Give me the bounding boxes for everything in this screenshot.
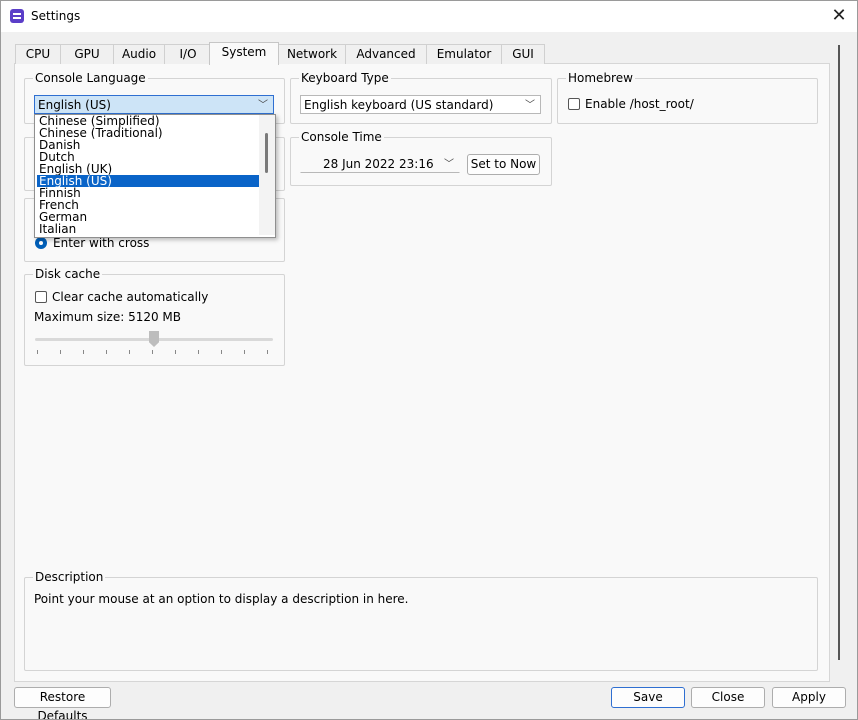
title-bar: Settings ✕ bbox=[1, 1, 857, 32]
homebrew-checkbox-label: Enable /host_root/ bbox=[585, 97, 694, 111]
save-button[interactable]: Save bbox=[611, 687, 685, 708]
close-icon[interactable]: ✕ bbox=[827, 4, 851, 28]
homebrew-checkbox[interactable] bbox=[568, 98, 580, 110]
dropdown-scroll-thumb[interactable] bbox=[265, 133, 268, 173]
clear-cache-label: Clear cache automatically bbox=[52, 290, 209, 304]
homebrew-title: Homebrew bbox=[566, 71, 635, 85]
enter-with-cross-radio[interactable] bbox=[35, 237, 47, 249]
apply-button[interactable]: Apply bbox=[772, 687, 846, 708]
slider-tick bbox=[60, 350, 61, 354]
chevron-down-icon: ﹀ bbox=[444, 159, 454, 170]
max-size-label: Maximum size: 5120 MB bbox=[34, 310, 182, 324]
console-language-dropdown[interactable]: Chinese (Simplified) Chinese (Traditional… bbox=[34, 114, 276, 238]
keyboard-type-value: English keyboard (US standard) bbox=[304, 98, 494, 112]
tab-audio[interactable]: Audio bbox=[113, 44, 165, 64]
slider-tick bbox=[221, 350, 222, 354]
restore-defaults-button[interactable]: Restore Defaults bbox=[14, 687, 111, 719]
tab-emulator[interactable]: Emulator bbox=[426, 44, 502, 64]
console-language-title: Console Language bbox=[33, 71, 148, 85]
tab-advanced[interactable]: Advanced bbox=[345, 44, 427, 64]
settings-app-icon bbox=[10, 9, 24, 23]
slider-tick bbox=[83, 350, 84, 354]
window-scrollbar[interactable] bbox=[838, 45, 840, 660]
tab-io[interactable]: I/O bbox=[164, 44, 212, 64]
tab-gpu[interactable]: GPU bbox=[60, 44, 114, 64]
console-time-title: Console Time bbox=[299, 130, 384, 144]
dropdown-scrollbar[interactable] bbox=[259, 115, 275, 235]
tab-gui[interactable]: GUI bbox=[501, 44, 545, 64]
console-time-value: 28 Jun 2022 23:16 bbox=[323, 157, 434, 171]
description-title: Description bbox=[33, 570, 106, 584]
slider-tick bbox=[175, 350, 176, 354]
disk-cache-title: Disk cache bbox=[33, 267, 103, 281]
slider-tick bbox=[106, 350, 107, 354]
close-button[interactable]: Close bbox=[691, 687, 765, 708]
keyboard-type-title: Keyboard Type bbox=[299, 71, 391, 85]
slider-tick bbox=[244, 350, 245, 354]
language-option[interactable]: Italian bbox=[37, 223, 259, 235]
slider-tick bbox=[198, 350, 199, 354]
description-text: Point your mouse at an option to display… bbox=[34, 592, 409, 606]
slider-tick bbox=[37, 350, 38, 354]
slider-tick bbox=[152, 350, 153, 354]
tab-cpu[interactable]: CPU bbox=[15, 44, 61, 64]
tab-system[interactable]: System bbox=[209, 42, 279, 65]
chevron-down-icon: ﹀ bbox=[525, 100, 535, 111]
window-title: Settings bbox=[31, 9, 81, 23]
tab-network[interactable]: Network bbox=[278, 44, 346, 64]
slider-tick bbox=[129, 350, 130, 354]
keyboard-type-select[interactable]: English keyboard (US standard) ﹀ bbox=[300, 95, 541, 114]
console-language-value: English (US) bbox=[38, 98, 111, 112]
console-language-select[interactable]: English (US) ﹀ bbox=[34, 95, 274, 114]
enter-with-cross-label: Enter with cross bbox=[53, 236, 150, 250]
settings-window: Settings ✕ CPU GPU Audio I/O System Netw… bbox=[0, 0, 858, 720]
console-time-picker[interactable]: 28 Jun 2022 23:16 ﹀ bbox=[300, 154, 460, 173]
slider-tick bbox=[267, 350, 268, 354]
clear-cache-checkbox[interactable] bbox=[35, 291, 47, 303]
chevron-down-icon: ﹀ bbox=[258, 100, 268, 111]
set-to-now-button[interactable]: Set to Now bbox=[467, 154, 540, 175]
